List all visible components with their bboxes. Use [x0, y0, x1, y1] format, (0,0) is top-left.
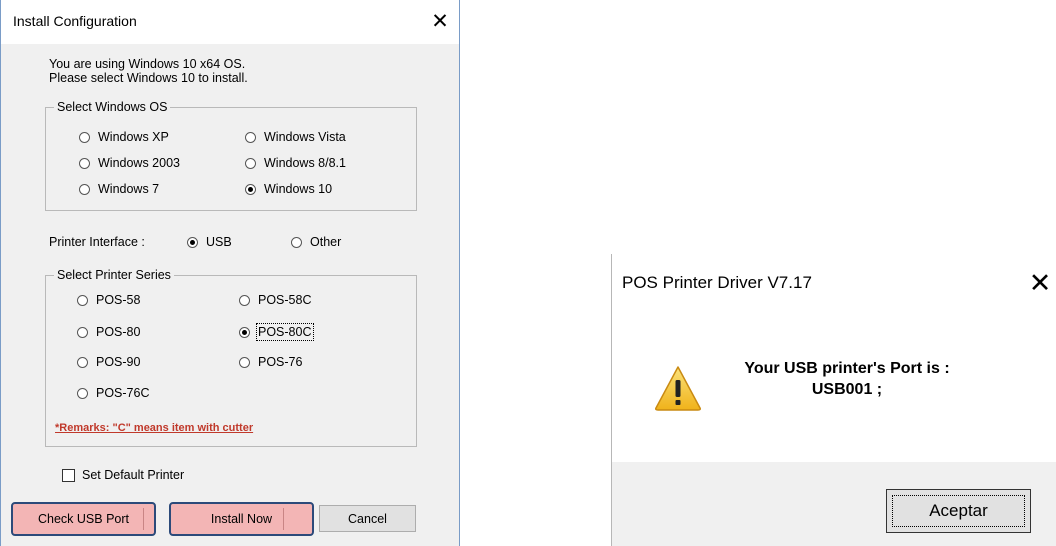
button-divider [283, 508, 284, 530]
radio-label: POS-80C [256, 323, 314, 341]
radio-windows-vista[interactable]: Windows Vista [245, 130, 346, 144]
radio-label: Windows 2003 [98, 156, 180, 170]
radio-pos-80c[interactable]: POS-80C [239, 323, 314, 341]
radio-label: Windows Vista [264, 130, 346, 144]
radio-windows-7[interactable]: Windows 7 [79, 182, 159, 196]
radio-pos-76[interactable]: POS-76 [239, 355, 302, 369]
radio-circle[interactable] [77, 294, 88, 306]
button-label: Aceptar [892, 495, 1025, 527]
radio-circle[interactable] [77, 356, 88, 368]
dialog-title: Install Configuration [13, 13, 137, 29]
set-default-printer-label: Set Default Printer [82, 468, 185, 482]
dialog-title: POS Printer Driver V7.17 [622, 273, 812, 292]
printer-series-group-legend: Select Printer Series [54, 268, 174, 283]
radio-label: POS-80 [96, 325, 141, 339]
windows-os-group: Select Windows OS Windows XP Windows Vis… [45, 100, 417, 211]
radio-circle[interactable] [79, 131, 90, 143]
port-message: Your USB printer's Port is : USB001 ; [712, 358, 982, 400]
radio-circle[interactable] [77, 387, 88, 399]
install-now-button[interactable]: Install Now [169, 502, 314, 536]
radio-label: USB [206, 235, 232, 249]
radio-windows-8[interactable]: Windows 8/8.1 [245, 156, 346, 170]
cutter-remark: *Remarks: "C" means item with cutter [55, 422, 254, 434]
os-info-line2: Please select Windows 10 to install. [49, 71, 248, 85]
radio-label: POS-76 [258, 355, 303, 369]
radio-pos-58c[interactable]: POS-58C [239, 293, 312, 307]
close-icon[interactable]: ✕ [428, 6, 452, 36]
radio-circle[interactable] [245, 131, 256, 143]
radio-label: Windows 7 [98, 182, 160, 196]
radio-label: Windows 10 [264, 182, 333, 196]
radio-windows-xp[interactable]: Windows XP [79, 130, 169, 144]
message-line2: USB001 ; [811, 381, 883, 398]
radio-circle[interactable] [77, 326, 88, 338]
radio-label: POS-58 [96, 293, 141, 307]
radio-pos-90[interactable]: POS-90 [77, 355, 140, 369]
button-label: Install Now [210, 512, 273, 526]
button-label: Check USB Port [37, 512, 129, 526]
button-divider [143, 508, 144, 530]
cancel-button[interactable]: Cancel [319, 505, 416, 532]
radio-circle[interactable] [79, 157, 90, 169]
printer-interface-label: Printer Interface : [49, 235, 145, 249]
radio-circle[interactable] [245, 157, 256, 169]
radio-pos-58[interactable]: POS-58 [77, 293, 140, 307]
warning-icon [655, 366, 701, 411]
radio-pos-80[interactable]: POS-80 [77, 325, 140, 339]
radio-circle[interactable] [239, 294, 250, 306]
button-label: Cancel [348, 511, 387, 526]
radio-label: Other [310, 235, 342, 249]
radio-windows-2003[interactable]: Windows 2003 [79, 156, 180, 170]
radio-circle-selected[interactable] [239, 326, 250, 338]
radio-label: Windows XP [98, 130, 169, 144]
radio-circle[interactable] [291, 236, 302, 248]
windows-os-group-legend: Select Windows OS [54, 100, 171, 115]
radio-circle-selected[interactable] [187, 236, 198, 248]
close-icon[interactable]: ✕ [1025, 264, 1055, 304]
radio-windows-10[interactable]: Windows 10 [245, 182, 332, 196]
set-default-printer-checkbox[interactable] [62, 469, 75, 482]
check-usb-port-button[interactable]: Check USB Port [11, 502, 156, 536]
radio-circle-selected[interactable] [245, 183, 256, 195]
message-line1: Your USB printer's Port is : [744, 360, 950, 377]
aceptar-button[interactable]: Aceptar [886, 489, 1031, 533]
radio-interface-other[interactable]: Other [291, 235, 341, 249]
os-info-line1: You are using Windows 10 x64 OS. [49, 57, 246, 71]
radio-pos-76c[interactable]: POS-76C [77, 386, 150, 400]
radio-label: POS-90 [96, 355, 141, 369]
radio-label: POS-76C [96, 386, 150, 400]
radio-interface-usb[interactable]: USB [187, 235, 232, 249]
radio-label: Windows 8/8.1 [264, 156, 346, 170]
radio-circle[interactable] [239, 356, 250, 368]
pos-printer-driver-dialog: POS Printer Driver V7.17 ✕ Your USB prin… [611, 254, 1056, 546]
radio-circle[interactable] [79, 183, 90, 195]
radio-label: POS-58C [258, 293, 312, 307]
install-configuration-dialog: Install Configuration ✕ You are using Wi… [0, 0, 460, 546]
